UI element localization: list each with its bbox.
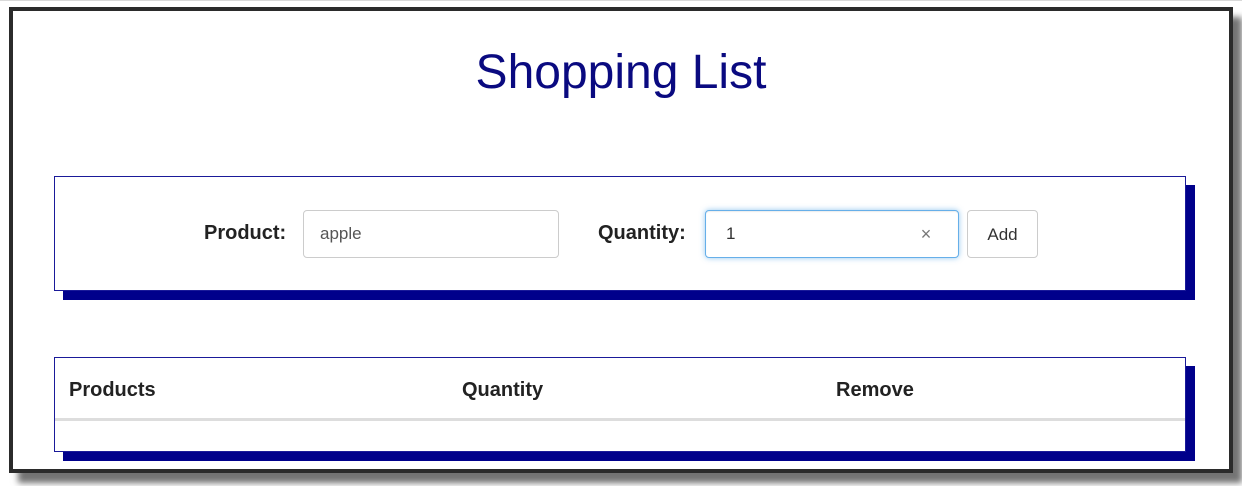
column-header-products: Products — [69, 379, 156, 401]
column-header-remove: Remove — [836, 379, 914, 401]
add-button[interactable]: Add — [967, 210, 1038, 258]
product-input[interactable] — [303, 210, 559, 258]
product-label: Product: — [204, 222, 287, 244]
add-item-form: Product: Quantity: × Add — [54, 176, 1186, 291]
column-header-quantity: Quantity — [462, 379, 544, 401]
table-header-divider — [55, 418, 1185, 421]
quantity-label: Quantity: — [598, 222, 686, 244]
close-icon[interactable]: × — [917, 222, 935, 246]
page-title: Shopping List — [475, 46, 767, 99]
top-divider — [0, 0, 1242, 1]
shopping-table: Products Quantity Remove — [54, 357, 1186, 452]
